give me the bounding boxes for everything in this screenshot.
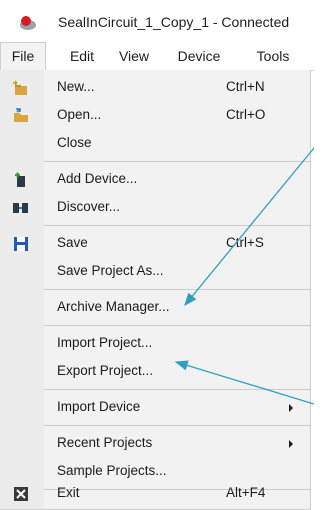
menu-item-exit[interactable]: Exit Alt+F4 [0,480,310,508]
menu-item-label: Import Device [57,399,141,414]
menu-item-label: Exit [57,485,80,500]
menu-view[interactable]: View [112,42,156,70]
menu-item-label: Save Project As... [57,263,164,278]
submenu-arrow-icon [289,404,293,412]
menu-item-close[interactable]: Close [0,130,310,158]
menu-edit[interactable]: Edit [62,42,102,70]
menu-separator [44,289,310,290]
menu-file[interactable]: File [0,42,46,70]
menu-item-label: Archive Manager... [57,299,170,314]
menu-separator [44,225,310,226]
app-logo-icon [18,14,40,32]
menu-item-import-device[interactable]: Import Device [0,394,310,422]
menu-tools[interactable]: Tools [248,42,298,70]
add-device-icon [12,172,30,188]
menu-item-label: Sample Projects... [57,463,167,478]
menu-item-label: Open... [57,107,102,122]
menu-item-label: Add Device... [57,171,138,186]
menu-item-label: New... [57,79,95,94]
menu-device[interactable]: Device [170,42,228,70]
save-icon [12,236,30,252]
new-file-icon [12,80,30,96]
menu-bar: File Edit View Device Tools [0,42,314,71]
menu-item-shortcut: Alt+F4 [226,485,266,500]
menu-item-save-project-as[interactable]: Save Project As... [0,258,310,286]
submenu-arrow-icon [289,440,293,448]
open-folder-icon [12,108,30,124]
menu-item-label: Recent Projects [57,435,153,450]
menu-item-discover[interactable]: Discover... [0,194,310,222]
menu-item-label: Save [57,235,88,250]
discover-icon [12,200,30,216]
menu-item-import-project[interactable]: Import Project... [0,330,310,358]
window-title: SealInCircuit_1_Copy_1 - Connected [58,14,290,30]
menu-separator [44,161,310,162]
menu-item-shortcut: Ctrl+N [226,79,265,94]
menu-item-save[interactable]: Save Ctrl+S [0,230,310,258]
menu-item-label: Export Project... [57,363,154,378]
menu-item-shortcut: Ctrl+S [226,235,264,250]
menu-separator [44,325,310,326]
menu-item-shortcut: Ctrl+O [226,107,266,122]
menu-item-new[interactable]: New... Ctrl+N [0,74,310,102]
menu-item-archive-manager[interactable]: Archive Manager... [0,294,310,322]
title-bar: SealInCircuit_1_Copy_1 - Connected [0,0,314,42]
menu-item-label: Discover... [57,199,121,214]
menu-item-label: Close [57,135,92,150]
menu-item-export-project[interactable]: Export Project... [0,358,310,386]
menu-item-recent-projects[interactable]: Recent Projects [0,430,310,458]
menu-item-label: Import Project... [57,335,153,350]
menu-separator [44,425,310,426]
file-menu-dropdown: New... Ctrl+N Open... Ctrl+O Close Add D… [0,70,311,510]
menu-item-open[interactable]: Open... Ctrl+O [0,102,310,130]
menu-item-add-device[interactable]: Add Device... [0,166,310,194]
exit-icon [12,486,30,502]
menu-separator [44,389,310,390]
